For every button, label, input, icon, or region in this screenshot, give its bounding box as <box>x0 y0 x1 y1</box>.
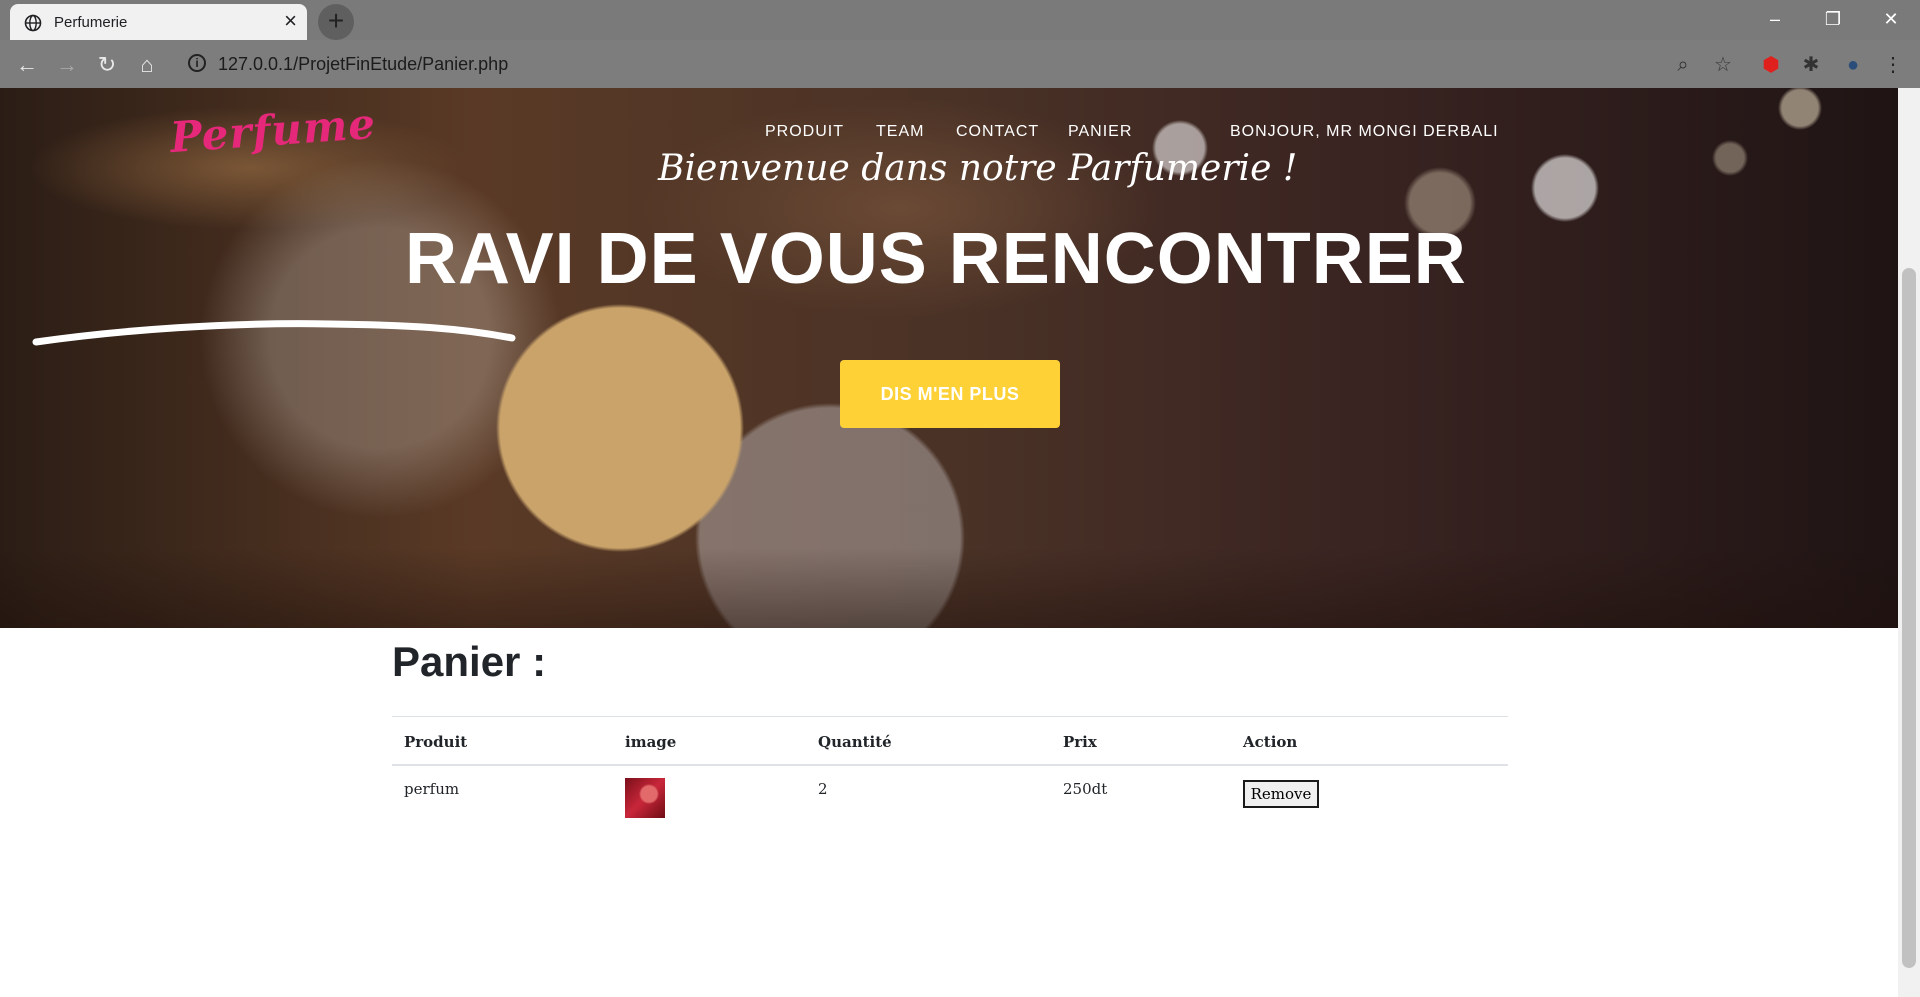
cell-prix: 250dt <box>1063 780 1108 798</box>
url-text: 127.0.0.1/ProjetFinEtude/Panier.php <box>218 54 509 74</box>
cell-produit: perfum <box>404 780 460 798</box>
tab-close-icon[interactable]: × <box>284 10 297 32</box>
tab-title: Perfumerie <box>54 14 128 31</box>
site-logo[interactable]: Perfume <box>169 99 378 162</box>
product-thumbnail <box>625 778 665 818</box>
nav-contact[interactable]: CONTACT <box>956 123 1039 141</box>
tab-bar: Perfumerie × + – ❐ ✕ <box>0 0 1920 40</box>
browser-chrome: Perfumerie × + – ❐ ✕ ← → ↻ ⌂ i 127.0.0.1… <box>0 0 1920 88</box>
cell-quantite: 2 <box>818 780 828 798</box>
nav-team[interactable]: TEAM <box>876 123 924 141</box>
browser-toolbar: ← → ↻ ⌂ i 127.0.0.1/ProjetFinEtude/Panie… <box>0 40 1920 88</box>
cart-table: Produit image Quantité Prix Action perfu… <box>392 716 1508 830</box>
nav-produit[interactable]: PRODUIT <box>765 123 844 141</box>
welcome-subheading: Bienvenue dans notre Parfumerie ! <box>658 148 1298 189</box>
table-header: Produit image Quantité Prix Action <box>392 716 1508 766</box>
menu-kebab-icon[interactable]: ⋮ <box>1880 52 1906 78</box>
new-tab-button[interactable]: + <box>318 4 354 40</box>
minimize-button[interactable]: – <box>1752 4 1798 34</box>
globe-icon <box>24 14 42 32</box>
col-quantite: Quantité <box>818 733 892 751</box>
tell-me-more-button[interactable]: DIS M'EN PLUS <box>840 360 1060 428</box>
page-scrollbar[interactable] <box>1898 88 1920 997</box>
back-arrow-icon[interactable]: ← <box>14 52 40 78</box>
col-image: image <box>625 733 677 751</box>
col-prix: Prix <box>1063 733 1097 751</box>
extensions-puzzle-icon[interactable]: ✱ <box>1798 52 1824 78</box>
close-window-button[interactable]: ✕ <box>1868 4 1914 34</box>
adblock-extension-icon[interactable]: ⬢ <box>1758 52 1784 78</box>
hero-headline: RAVI DE VOUS RENCONTRER <box>405 219 1467 299</box>
address-bar[interactable]: i 127.0.0.1/ProjetFinEtude/Panier.php <box>178 45 1738 83</box>
hero-banner: Perfume PRODUIT TEAM CONTACT PANIER BONJ… <box>0 88 1898 628</box>
scrollbar-thumb[interactable] <box>1902 268 1916 968</box>
user-greeting[interactable]: BONJOUR, MR MONGI DERBALI <box>1230 123 1499 141</box>
remove-button[interactable]: Remove <box>1243 780 1319 808</box>
browser-tab[interactable]: Perfumerie × <box>10 4 307 40</box>
col-action: Action <box>1243 733 1298 751</box>
profile-avatar-icon[interactable]: ● <box>1840 52 1866 78</box>
info-icon[interactable]: i <box>188 54 206 72</box>
nav-panier[interactable]: PANIER <box>1068 123 1132 141</box>
reload-icon[interactable]: ↻ <box>94 52 120 78</box>
zoom-icon[interactable]: ⌕ <box>1670 52 1696 78</box>
brush-stroke-decoration <box>32 320 516 346</box>
cart-title: Panier : <box>392 638 547 685</box>
home-icon[interactable]: ⌂ <box>134 52 160 78</box>
table-row: perfum 2 250dt Remove <box>392 766 1508 830</box>
maximize-button[interactable]: ❐ <box>1810 4 1856 34</box>
bookmark-star-icon[interactable]: ☆ <box>1710 52 1736 78</box>
page-content: Perfume PRODUIT TEAM CONTACT PANIER BONJ… <box>0 88 1898 997</box>
col-produit: Produit <box>404 733 468 751</box>
forward-arrow-icon[interactable]: → <box>54 52 80 78</box>
